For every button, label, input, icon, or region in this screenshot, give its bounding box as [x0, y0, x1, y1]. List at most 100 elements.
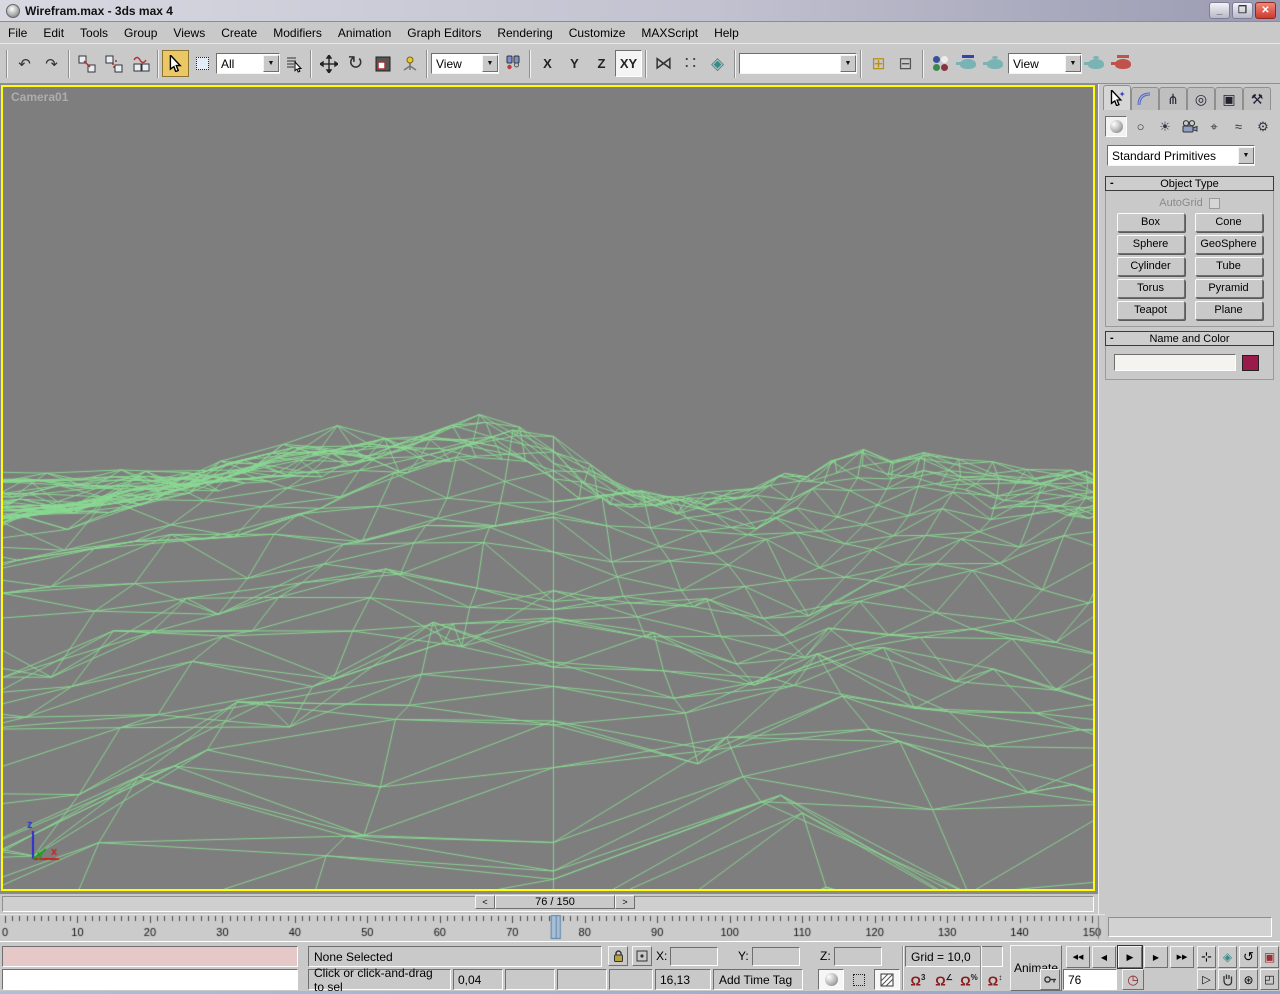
render-last-button[interactable] — [1082, 50, 1109, 77]
spinner-precision-field[interactable] — [453, 969, 503, 990]
x-coord-field[interactable] — [670, 947, 718, 966]
menu-help[interactable]: Help — [706, 24, 747, 42]
spinner-snap-toggle-button[interactable]: Ω↕ — [984, 969, 1006, 990]
select-and-scale-button[interactable] — [369, 50, 396, 77]
object-type-rollout-header[interactable]: - Object Type — [1105, 176, 1274, 191]
render-type-dropdown[interactable]: View ▼ — [1008, 53, 1082, 74]
next-frame-arrow[interactable]: > — [615, 895, 635, 909]
selection-filter-dropdown[interactable]: All ▼ — [216, 53, 280, 74]
menu-edit[interactable]: Edit — [35, 24, 72, 42]
object-name-input[interactable] — [1114, 354, 1236, 371]
dropdown-arrow-icon[interactable]: ▼ — [840, 55, 856, 72]
tab-motion[interactable]: ◎ — [1187, 87, 1215, 110]
plane-button[interactable]: Plane — [1194, 301, 1263, 320]
field-of-view-button[interactable]: ▷ — [1197, 969, 1216, 990]
degradation-override-button[interactable] — [818, 969, 844, 990]
select-by-name-button[interactable] — [280, 50, 307, 77]
category-lights[interactable]: ☀ — [1154, 116, 1176, 137]
category-cameras[interactable] — [1179, 116, 1201, 137]
collapse-icon[interactable]: - — [1110, 177, 1114, 189]
autogrid-checkbox[interactable] — [1208, 197, 1220, 209]
primitives-category-dropdown[interactable]: Standard Primitives ▼ — [1107, 145, 1255, 166]
restrict-xy-plane-button[interactable]: XY — [615, 50, 642, 77]
select-and-rotate-button[interactable]: ↻ — [342, 50, 369, 77]
unlink-selection-button[interactable] — [100, 50, 127, 77]
tab-create[interactable] — [1103, 85, 1131, 110]
select-and-link-button[interactable] — [73, 50, 100, 77]
percent-snap-toggle-button[interactable]: Ω% — [958, 969, 980, 990]
align-button[interactable]: ◈ — [704, 50, 731, 77]
undo-button[interactable]: ↶ — [11, 50, 38, 77]
orbit-camera-button[interactable]: ⊛ — [1239, 969, 1258, 990]
pyramid-button[interactable]: Pyramid — [1194, 279, 1263, 298]
name-color-rollout-header[interactable]: - Name and Color — [1105, 331, 1274, 346]
y-coord-field[interactable] — [752, 947, 800, 966]
time-slider-handle[interactable]: < 76 / 150 > — [475, 895, 635, 909]
menu-tools[interactable]: Tools — [72, 24, 116, 42]
viewport-label[interactable]: Camera01 — [11, 90, 68, 104]
previous-frame-arrow[interactable]: < — [475, 895, 495, 909]
pan-button[interactable] — [1218, 969, 1237, 990]
next-frame-button[interactable]: ▶ — [1144, 946, 1168, 968]
restrict-y-button[interactable]: Y — [561, 50, 588, 77]
selection-mode-button[interactable] — [848, 969, 870, 990]
region-zoom-button[interactable]: ▣ — [1260, 946, 1279, 968]
menu-group[interactable]: Group — [116, 24, 165, 42]
go-to-start-button[interactable]: ◀◀ — [1066, 946, 1090, 968]
play-button[interactable]: ▶ — [1117, 945, 1143, 969]
menu-create[interactable]: Create — [213, 24, 265, 42]
previous-frame-button[interactable]: ◀ — [1092, 946, 1116, 968]
schematic-view-button[interactable]: ⊟ — [892, 50, 919, 77]
dropdown-arrow-icon[interactable]: ▼ — [1238, 147, 1254, 164]
menu-animation[interactable]: Animation — [330, 24, 399, 42]
lock-selection-button[interactable] — [608, 946, 628, 966]
menu-rendering[interactable]: Rendering — [489, 24, 560, 42]
reference-coordinate-system-dropdown[interactable]: View ▼ — [431, 53, 499, 74]
time-slider-label[interactable]: 76 / 150 — [495, 895, 615, 909]
track-view-button[interactable]: ⊞ — [865, 50, 892, 77]
min-max-toggle-button[interactable]: ◰ — [1260, 969, 1279, 990]
select-object-button[interactable] — [162, 50, 189, 77]
cylinder-button[interactable]: Cylinder — [1116, 257, 1185, 276]
mirror-button[interactable]: ⋈ — [650, 50, 677, 77]
current-frame-field[interactable] — [1063, 969, 1117, 990]
select-and-move-button[interactable] — [315, 50, 342, 77]
tab-utilities[interactable]: ⚒ — [1243, 87, 1271, 110]
teapot-button[interactable]: Teapot — [1116, 301, 1185, 320]
restrict-z-button[interactable]: Z — [588, 50, 615, 77]
snap-toggle-3d-button[interactable]: Ω3 — [906, 969, 930, 990]
angle-snap-toggle-button[interactable]: Ω∠ — [932, 969, 956, 990]
menu-file[interactable]: File — [0, 24, 35, 42]
menu-customize[interactable]: Customize — [561, 24, 634, 42]
tab-display[interactable]: ▣ — [1215, 87, 1243, 110]
menu-graph-editors[interactable]: Graph Editors — [399, 24, 489, 42]
category-systems[interactable]: ⚙ — [1252, 116, 1274, 137]
window-crossing-toggle-button[interactable] — [874, 969, 900, 990]
menu-modifiers[interactable]: Modifiers — [265, 24, 330, 42]
named-selection-sets-dropdown[interactable]: ▼ — [739, 53, 857, 74]
dropdown-arrow-icon[interactable]: ▼ — [482, 55, 498, 72]
camera-viewport[interactable]: Camera01 — [1, 85, 1095, 891]
geosphere-button[interactable]: GeoSphere — [1194, 235, 1263, 254]
add-time-tag[interactable]: Add Time Tag — [713, 969, 803, 990]
time-configuration-button[interactable]: ◷ — [1122, 969, 1144, 990]
roll-camera-button[interactable]: ↺ — [1239, 946, 1258, 968]
zoom-extents-all-button[interactable]: ◈ — [1218, 946, 1237, 968]
time-display-field[interactable] — [655, 969, 711, 990]
select-and-manipulate-button[interactable] — [396, 50, 423, 77]
menu-maxscript[interactable]: MAXScript — [633, 24, 706, 42]
key-mode-toggle-button[interactable] — [1040, 969, 1060, 990]
minimize-button[interactable]: _ — [1209, 2, 1230, 19]
array-button[interactable]: ∷ — [677, 50, 704, 77]
sphere-button[interactable]: Sphere — [1116, 235, 1185, 254]
rectangular-selection-region-button[interactable] — [189, 50, 216, 77]
category-helpers[interactable]: ⌖ — [1203, 116, 1225, 137]
material-editor-button[interactable] — [927, 50, 954, 77]
category-shapes[interactable]: ○ — [1130, 116, 1152, 137]
cone-button[interactable]: Cone — [1194, 213, 1263, 232]
menu-views[interactable]: Views — [165, 24, 213, 42]
torus-button[interactable]: Torus — [1116, 279, 1185, 298]
absolute-offset-toggle-button[interactable] — [632, 946, 652, 966]
z-coord-field[interactable] — [834, 947, 882, 966]
category-space-warps[interactable]: ≈ — [1228, 116, 1250, 137]
